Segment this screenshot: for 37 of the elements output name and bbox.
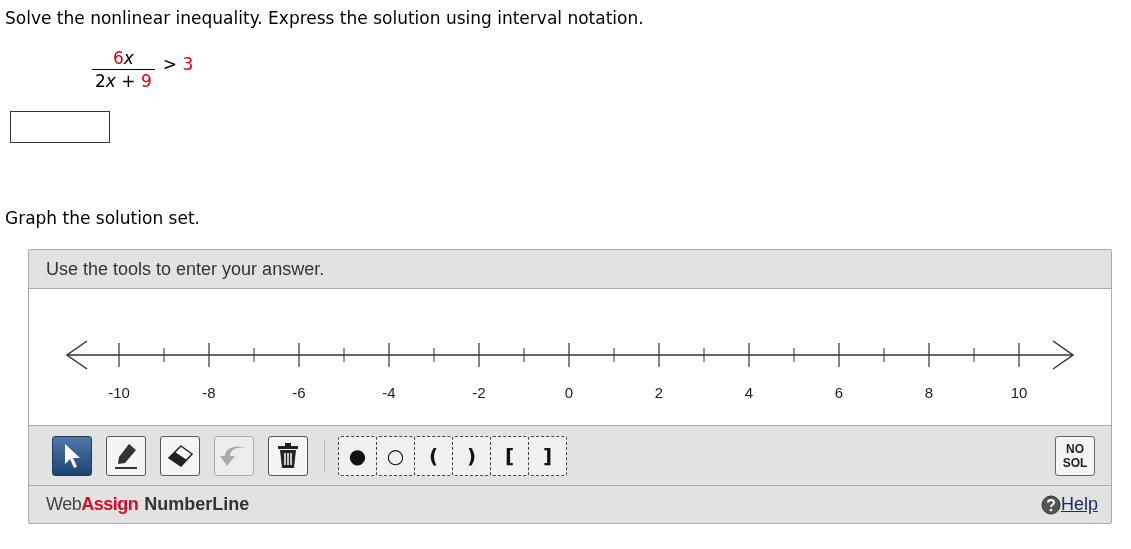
cursor-arrow-icon <box>63 442 81 469</box>
axis-label: -4 <box>382 384 396 401</box>
axis-label: -6 <box>292 384 306 401</box>
inequality-right-side: > 3 <box>162 53 194 74</box>
axis-label: 6 <box>834 384 844 401</box>
axis-label: -10 <box>108 384 130 401</box>
help-icon <box>1040 494 1061 515</box>
eraser-tool-button[interactable] <box>160 435 200 476</box>
marker-icon <box>113 441 139 470</box>
endpoint-symbol-button[interactable]: [ <box>490 435 529 476</box>
no-solution-button[interactable]: NO SOL <box>1055 435 1095 476</box>
pointer-tool-button[interactable] <box>52 435 92 476</box>
help-link[interactable]: Help <box>1040 494 1098 515</box>
endpoint-symbol-button[interactable]: ● <box>338 435 377 476</box>
endpoint-symbol-button[interactable]: ] <box>528 435 567 476</box>
denominator: 2x + 9 <box>92 69 155 91</box>
brand-assign: Assign <box>81 494 139 514</box>
endpoint-symbol-button[interactable]: ( <box>414 435 453 476</box>
pencil-tool-button[interactable] <box>106 435 146 476</box>
brand-product: NumberLine <box>144 494 250 514</box>
endpoint-symbol-button[interactable]: ) <box>452 435 491 476</box>
axis-label: 0 <box>564 384 574 401</box>
eraser-icon <box>166 443 194 468</box>
axis-label: -2 <box>472 384 486 401</box>
trash-tool-button[interactable] <box>268 435 308 476</box>
endpoint-symbol-button[interactable]: ○ <box>376 435 415 476</box>
trash-icon <box>277 442 299 469</box>
brand-web: Web <box>46 494 82 514</box>
axis-label: 10 <box>1010 384 1028 401</box>
question-prompt: Solve the nonlinear inequality. Express the solution using interval notation. <box>5 8 645 28</box>
axis-label: 8 <box>924 384 934 401</box>
numerator: 6x <box>111 48 135 69</box>
answer-field[interactable] <box>10 111 110 143</box>
graph-prompt: Graph the solution set. <box>5 208 201 228</box>
axis-label: 4 <box>744 384 754 401</box>
axis-label: 2 <box>654 384 664 401</box>
axis-label: -8 <box>202 384 216 401</box>
